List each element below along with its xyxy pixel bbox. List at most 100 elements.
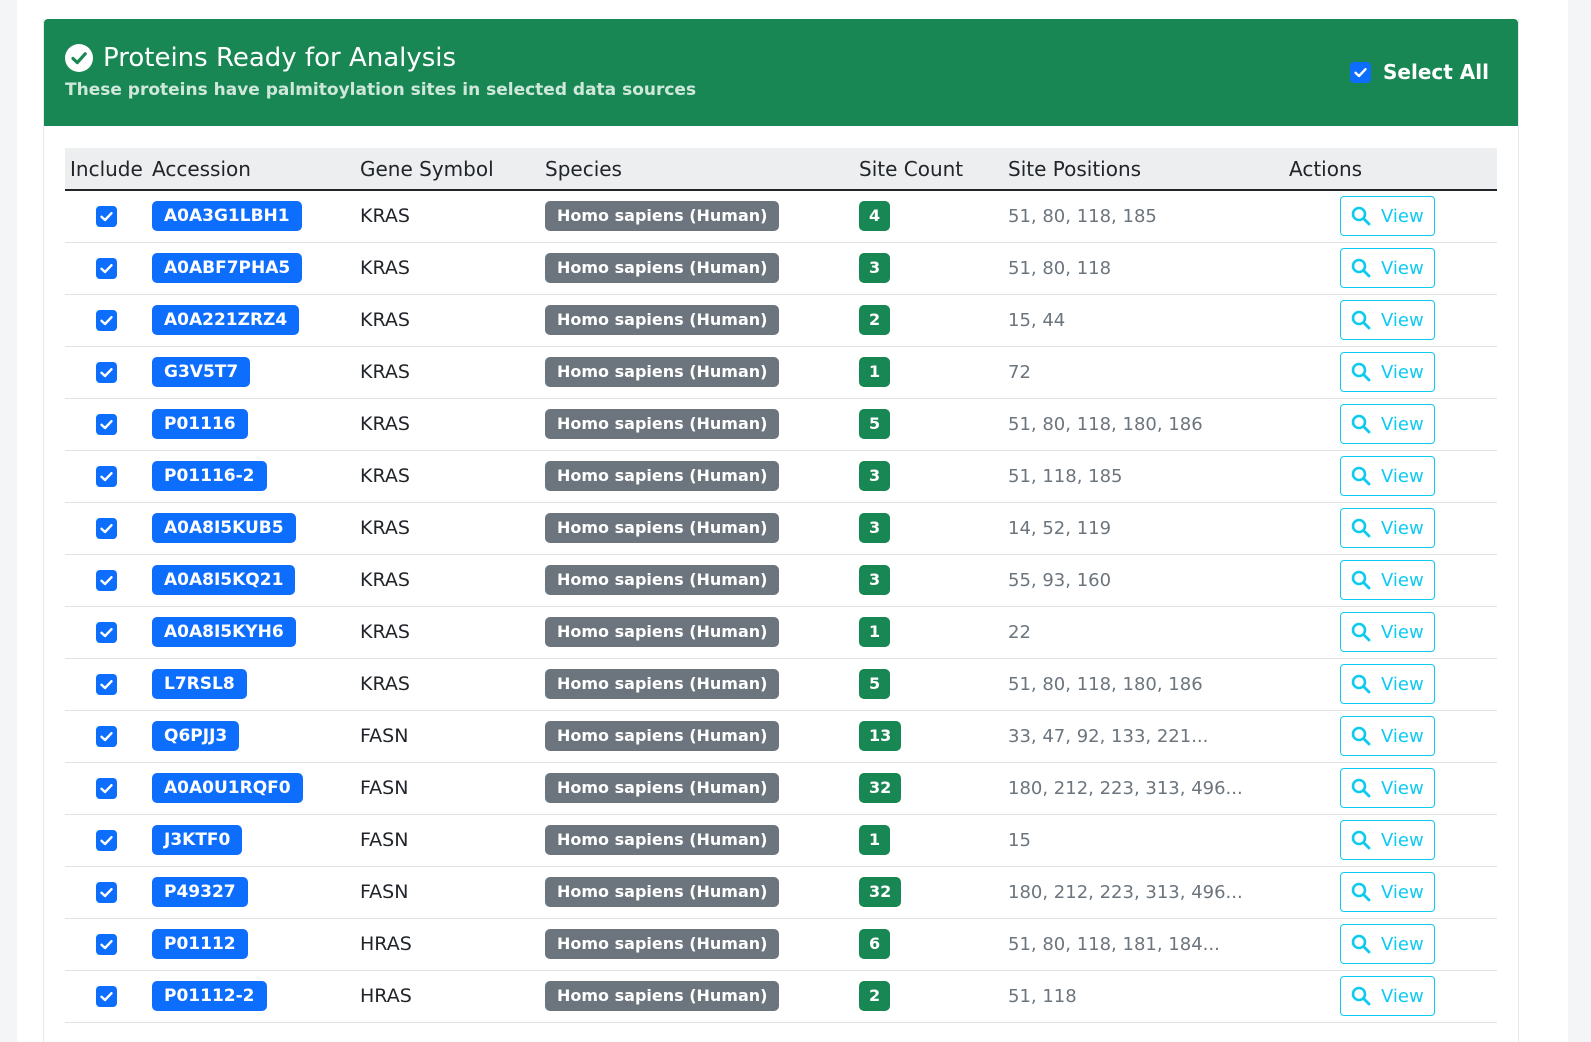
include-checkbox[interactable]: [96, 466, 117, 487]
site-positions-cell: 15: [1003, 814, 1284, 867]
view-button[interactable]: View: [1340, 248, 1435, 288]
accession-badge[interactable]: A0A0U1RQF0: [152, 773, 303, 803]
site-positions-cell: 180, 212, 223, 313, 496...: [1003, 762, 1284, 815]
include-checkbox[interactable]: [96, 778, 117, 799]
include-checkbox[interactable]: [96, 258, 117, 279]
site-positions-text: 22: [1008, 622, 1031, 643]
view-button[interactable]: View: [1340, 612, 1435, 652]
gene-symbol-cell: HRAS: [355, 918, 540, 971]
include-cell: [65, 450, 147, 503]
accession-badge[interactable]: L7RSL8: [152, 669, 247, 699]
include-cell: [65, 606, 147, 659]
view-button[interactable]: View: [1340, 664, 1435, 704]
view-button[interactable]: View: [1340, 872, 1435, 912]
include-checkbox[interactable]: [96, 518, 117, 539]
species-cell: Homo sapiens (Human): [540, 190, 854, 243]
view-button[interactable]: View: [1340, 560, 1435, 600]
view-button-label: View: [1381, 569, 1424, 591]
include-checkbox[interactable]: [96, 830, 117, 851]
table-row: A0A8I5KQ21 KRAS Homo sapiens (Human) 3 55, 9…: [65, 554, 1497, 607]
actions-cell: View: [1284, 762, 1497, 815]
include-checkbox[interactable]: [96, 674, 117, 695]
view-button[interactable]: View: [1340, 456, 1435, 496]
site-count-cell: 2: [854, 970, 1003, 1023]
accession-badge[interactable]: P01112: [152, 929, 248, 959]
table-row: A0A221ZRZ4 KRAS Homo sapiens (Human) 2 15, 4…: [65, 294, 1497, 347]
species-cell: Homo sapiens (Human): [540, 866, 854, 919]
site-positions-cell: 51, 80, 118, 185: [1003, 190, 1284, 243]
accession-badge[interactable]: A0A8I5KUB5: [152, 513, 296, 543]
accession-badge[interactable]: P01116-2: [152, 461, 267, 491]
include-checkbox[interactable]: [96, 882, 117, 903]
accession-badge[interactable]: P01116: [152, 409, 248, 439]
accession-badge[interactable]: A0A8I5KYH6: [152, 617, 296, 647]
include-checkbox[interactable]: [96, 986, 117, 1007]
view-button[interactable]: View: [1340, 768, 1435, 808]
site-positions-cell: 180, 212, 223, 313, 496...: [1003, 866, 1284, 919]
accession-badge[interactable]: A0A221ZRZ4: [152, 305, 300, 335]
accession-badge[interactable]: P01112-2: [152, 981, 267, 1011]
search-icon: [1351, 778, 1371, 798]
include-checkbox[interactable]: [96, 414, 117, 435]
accession-badge[interactable]: J3KTF0: [152, 825, 243, 855]
gene-symbol-cell: KRAS: [355, 294, 540, 347]
species-badge: Homo sapiens (Human): [545, 773, 780, 803]
include-checkbox[interactable]: [96, 310, 117, 331]
include-checkbox[interactable]: [96, 362, 117, 383]
include-cell: [65, 346, 147, 399]
gene-symbol-cell: FASN: [355, 866, 540, 919]
accession-badge[interactable]: A0A3G1LBH1: [152, 201, 302, 232]
accession-badge[interactable]: Q6PJJ3: [152, 721, 240, 751]
site-count-badge: 5: [859, 409, 891, 439]
accession-cell: A0A3G1LBH1: [147, 190, 355, 243]
site-positions-text: 51, 80, 118, 180, 186: [1008, 414, 1203, 435]
view-button[interactable]: View: [1340, 300, 1435, 340]
include-checkbox[interactable]: [96, 726, 117, 747]
accession-badge[interactable]: A0ABF7PHA5: [152, 253, 303, 283]
search-icon: [1351, 830, 1371, 850]
accession-badge[interactable]: A0A8I5KQ21: [152, 565, 296, 595]
species-cell: Homo sapiens (Human): [540, 710, 854, 763]
include-cell: [65, 918, 147, 971]
site-count-cell: 5: [854, 658, 1003, 711]
site-positions-text: 51, 80, 118, 180, 186: [1008, 674, 1203, 695]
view-button[interactable]: View: [1340, 352, 1435, 392]
view-button[interactable]: View: [1340, 196, 1435, 237]
accession-badge[interactable]: G3V5T7: [152, 357, 251, 387]
include-checkbox[interactable]: [96, 206, 117, 228]
actions-cell: View: [1284, 346, 1497, 399]
species-cell: Homo sapiens (Human): [540, 814, 854, 867]
view-button[interactable]: View: [1340, 716, 1435, 756]
actions-cell: View: [1284, 606, 1497, 659]
include-checkbox[interactable]: [96, 934, 117, 955]
site-count-badge: 3: [859, 565, 891, 595]
site-count-cell: 3: [854, 554, 1003, 607]
search-icon: [1351, 726, 1371, 746]
site-positions-cell: 51, 118: [1003, 970, 1284, 1023]
view-button[interactable]: View: [1340, 508, 1435, 548]
view-button-label: View: [1381, 413, 1424, 435]
accession-cell: A0A0U1RQF0: [147, 762, 355, 815]
view-button[interactable]: View: [1340, 404, 1435, 444]
site-count-badge: 4: [859, 201, 891, 232]
species-cell: Homo sapiens (Human): [540, 502, 854, 555]
select-all-checkbox[interactable]: [1350, 61, 1371, 83]
actions-cell: View: [1284, 242, 1497, 295]
include-cell: [65, 866, 147, 919]
select-all-toggle[interactable]: Select All: [1350, 58, 1489, 86]
card-header: Proteins Ready for Analysis These protei…: [44, 19, 1518, 126]
view-button-label: View: [1381, 621, 1424, 643]
accession-badge[interactable]: P49327: [152, 877, 248, 907]
species-cell: Homo sapiens (Human): [540, 242, 854, 295]
actions-cell: View: [1284, 554, 1497, 607]
species-badge: Homo sapiens (Human): [545, 357, 780, 387]
species-badge: Homo sapiens (Human): [545, 825, 780, 855]
check-circle-icon: [65, 44, 93, 72]
include-checkbox[interactable]: [96, 570, 117, 591]
view-button[interactable]: View: [1340, 820, 1435, 860]
view-button[interactable]: View: [1340, 976, 1435, 1016]
gene-symbol-cell: KRAS: [355, 450, 540, 503]
view-button[interactable]: View: [1340, 924, 1435, 964]
gene-symbol-cell: FASN: [355, 814, 540, 867]
include-checkbox[interactable]: [96, 622, 117, 643]
